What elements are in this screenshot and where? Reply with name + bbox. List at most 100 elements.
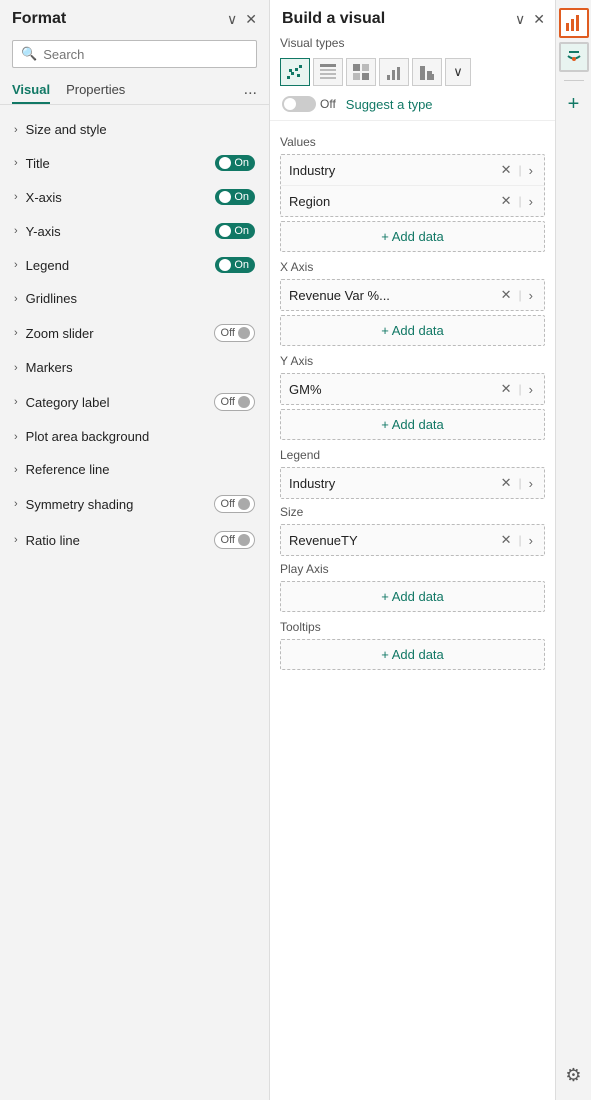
toggle-off[interactable]: Off bbox=[214, 393, 255, 411]
toolbar-visualizations-btn[interactable] bbox=[559, 8, 589, 38]
toolbar-settings-btn[interactable]: ⚙ bbox=[559, 1060, 589, 1090]
toggle-off[interactable]: Off bbox=[214, 324, 255, 342]
field-legend-industry-name: Industry bbox=[289, 476, 335, 491]
visual-types-label: Visual types bbox=[270, 34, 555, 54]
search-icon: 🔍 bbox=[21, 46, 37, 62]
field-expand-icon[interactable]: › bbox=[526, 193, 536, 210]
field-expand-icon[interactable]: › bbox=[526, 475, 536, 492]
section-title[interactable]: › Title On bbox=[0, 146, 269, 180]
field-close-icon[interactable]: ✕ bbox=[498, 286, 515, 304]
close-right-icon[interactable]: ✕ bbox=[533, 11, 545, 28]
visual-type-column[interactable] bbox=[412, 58, 442, 86]
visual-type-more[interactable]: ∨ bbox=[445, 58, 471, 86]
chevron-icon: › bbox=[14, 157, 18, 169]
section-label: Title bbox=[26, 156, 50, 171]
toggle-on[interactable]: On bbox=[215, 223, 255, 239]
build-visual-title: Build a visual bbox=[282, 10, 385, 28]
build-visual-header-icons: ∨ ✕ bbox=[515, 11, 545, 28]
values-field-box: Industry ✕ | › Region ✕ | › bbox=[280, 154, 545, 217]
build-visual-content: Values Industry ✕ | › Region ✕ | › + Add… bbox=[270, 121, 555, 1100]
size-section-title: Size bbox=[280, 505, 545, 519]
field-revenue-ty: RevenueTY ✕ | › bbox=[281, 525, 544, 555]
side-toolbar: + ⚙ bbox=[555, 0, 591, 1100]
suggest-toggle[interactable]: Off bbox=[282, 96, 336, 112]
values-add-data-button[interactable]: + Add data bbox=[280, 221, 545, 252]
section-gridlines[interactable]: › Gridlines bbox=[0, 282, 269, 315]
toggle-on[interactable]: On bbox=[215, 189, 255, 205]
tab-properties[interactable]: Properties bbox=[66, 76, 125, 104]
play-axis-add-data-button[interactable]: + Add data bbox=[280, 581, 545, 612]
section-label: Ratio line bbox=[26, 533, 80, 548]
field-close-icon[interactable]: ✕ bbox=[498, 161, 515, 179]
field-close-icon[interactable]: ✕ bbox=[498, 531, 515, 549]
field-revenue-var: Revenue Var %... ✕ | › bbox=[281, 280, 544, 310]
chevron-icon: › bbox=[14, 259, 18, 271]
y-axis-add-data-button[interactable]: + Add data bbox=[280, 409, 545, 440]
field-expand-icon[interactable]: › bbox=[526, 287, 536, 304]
chevron-icon: › bbox=[14, 431, 18, 443]
size-field-box: RevenueTY ✕ | › bbox=[280, 524, 545, 556]
toggle-off[interactable]: Off bbox=[214, 495, 255, 513]
section-label: Gridlines bbox=[26, 291, 77, 306]
field-gm: GM% ✕ | › bbox=[281, 374, 544, 404]
search-box[interactable]: 🔍 bbox=[12, 40, 257, 68]
section-x-axis[interactable]: › X-axis On bbox=[0, 180, 269, 214]
chevron-icon: › bbox=[14, 396, 18, 408]
section-markers[interactable]: › Markers bbox=[0, 351, 269, 384]
format-panel-title: Format bbox=[12, 10, 66, 28]
field-expand-icon[interactable]: › bbox=[526, 162, 536, 179]
tab-more-menu[interactable]: ... bbox=[244, 81, 257, 99]
chevron-icon: › bbox=[14, 534, 18, 546]
field-expand-icon[interactable]: › bbox=[526, 532, 536, 549]
toolbar-divider bbox=[564, 80, 584, 81]
tooltips-add-data-button[interactable]: + Add data bbox=[280, 639, 545, 670]
visual-type-scatter[interactable] bbox=[280, 58, 310, 86]
section-label: Symmetry shading bbox=[26, 497, 134, 512]
field-revenue-ty-icons: ✕ | › bbox=[498, 531, 536, 549]
section-symmetry-shading[interactable]: › Symmetry shading Off bbox=[0, 486, 269, 522]
section-label: Category label bbox=[26, 395, 110, 410]
section-category-label[interactable]: › Category label Off bbox=[0, 384, 269, 420]
section-legend[interactable]: › Legend On bbox=[0, 248, 269, 282]
toggle-on[interactable]: On bbox=[215, 155, 255, 171]
field-gm-name: GM% bbox=[289, 382, 322, 397]
field-close-icon[interactable]: ✕ bbox=[498, 474, 515, 492]
field-close-icon[interactable]: ✕ bbox=[498, 380, 515, 398]
visual-type-bar[interactable] bbox=[379, 58, 409, 86]
toolbar-add-btn[interactable]: + bbox=[559, 89, 589, 119]
section-list: › Size and style › Title On › X-axis O bbox=[0, 109, 269, 1100]
format-panel-header: Format ∨ ✕ bbox=[0, 0, 269, 34]
chevron-icon: › bbox=[14, 293, 18, 305]
section-reference-line[interactable]: › Reference line bbox=[0, 453, 269, 486]
toolbar-fields-btn[interactable] bbox=[559, 42, 589, 72]
suggest-row: Off Suggest a type bbox=[270, 90, 555, 121]
y-axis-section-title: Y Axis bbox=[280, 354, 545, 368]
field-expand-icon[interactable]: › bbox=[526, 381, 536, 398]
section-size-and-style[interactable]: › Size and style bbox=[0, 113, 269, 146]
x-axis-field-box: Revenue Var %... ✕ | › bbox=[280, 279, 545, 311]
field-region-name: Region bbox=[289, 194, 330, 209]
section-y-axis[interactable]: › Y-axis On bbox=[0, 214, 269, 248]
x-axis-add-data-button[interactable]: + Add data bbox=[280, 315, 545, 346]
toggle-on[interactable]: On bbox=[215, 257, 255, 273]
tab-visual[interactable]: Visual bbox=[12, 76, 50, 104]
close-left-icon[interactable]: ✕ bbox=[245, 11, 257, 28]
chevron-icon: › bbox=[14, 362, 18, 374]
visual-type-matrix[interactable] bbox=[346, 58, 376, 86]
field-industry: Industry ✕ | › bbox=[281, 155, 544, 186]
search-input[interactable] bbox=[43, 47, 248, 62]
section-zoom-slider[interactable]: › Zoom slider Off bbox=[0, 315, 269, 351]
toggle-off[interactable]: Off bbox=[214, 531, 255, 549]
collapse-right-icon[interactable]: ∨ bbox=[515, 11, 525, 28]
section-ratio-line[interactable]: › Ratio line Off bbox=[0, 522, 269, 558]
field-close-icon[interactable]: ✕ bbox=[498, 192, 515, 210]
collapse-icon[interactable]: ∨ bbox=[227, 11, 237, 28]
suggest-toggle-pill[interactable] bbox=[282, 96, 316, 112]
chevron-icon: › bbox=[14, 124, 18, 136]
section-label: Reference line bbox=[26, 462, 110, 477]
visual-type-table[interactable] bbox=[313, 58, 343, 86]
section-plot-area-background[interactable]: › Plot area background bbox=[0, 420, 269, 453]
suggest-type-button[interactable]: Suggest a type bbox=[346, 97, 433, 112]
visual-types-row: ∨ bbox=[270, 54, 555, 90]
chevron-icon: › bbox=[14, 498, 18, 510]
